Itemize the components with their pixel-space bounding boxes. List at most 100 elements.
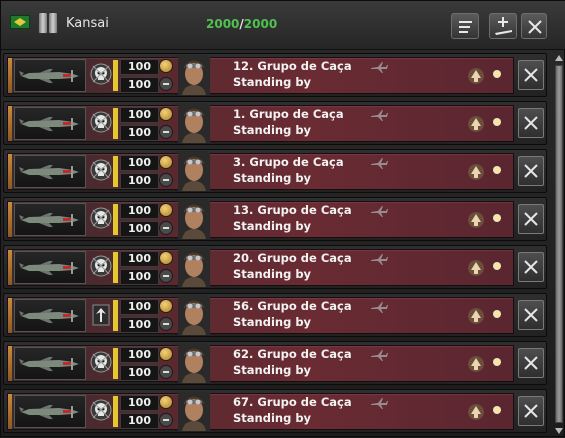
row-stripe (8, 394, 12, 429)
day-night-icon (493, 261, 508, 275)
pilot-portrait-icon (178, 151, 210, 191)
aircraft-icon (19, 405, 79, 419)
close-icon (524, 68, 538, 82)
unit-name: 1. Grupo de Caça (233, 107, 344, 121)
air-wing-row[interactable]: 100 100 12. Grupo de Caça Standing by (3, 53, 547, 97)
day-night-toggle[interactable] (491, 67, 513, 85)
skull-emblem-icon (90, 207, 112, 229)
row-close-button[interactable] (518, 60, 544, 90)
tanks-icon (38, 12, 58, 34)
aircraft-thumbnail[interactable] (14, 347, 86, 380)
scrollbar[interactable] (552, 53, 564, 436)
mission-button[interactable] (466, 66, 486, 86)
sort-button[interactable] (451, 13, 479, 39)
mission-button[interactable] (466, 114, 486, 134)
air-wing-row[interactable]: 100 100 3. Grupo de Caça Standing by (3, 149, 547, 193)
row-close-button[interactable] (518, 396, 544, 426)
skull-emblem-icon (90, 63, 112, 85)
mission-button[interactable] (466, 402, 486, 422)
skull-emblem-icon (90, 255, 112, 277)
mission-button[interactable] (466, 354, 486, 374)
strength-bar (113, 156, 118, 187)
skull-emblem-icon (90, 159, 112, 181)
plane-type-icon (370, 106, 388, 121)
mission-icon (468, 212, 484, 228)
row-close-button[interactable] (518, 108, 544, 138)
close-panel-button[interactable] (521, 13, 547, 39)
aircraft-icon (19, 213, 79, 227)
aircraft-thumbnail[interactable] (14, 59, 86, 92)
close-icon (524, 260, 538, 274)
row-close-button[interactable] (518, 204, 544, 234)
mission-icon (468, 308, 484, 324)
pilot-portrait (178, 103, 210, 143)
day-night-toggle[interactable] (491, 163, 513, 181)
pilot-portrait (178, 343, 210, 383)
air-wing-row[interactable]: 100 100 13. Grupo de Caça Standing by (3, 197, 547, 241)
air-wing-row[interactable]: 100 100 1. Grupo de Caça Standing by (3, 101, 547, 145)
equipment-icon (159, 365, 173, 379)
mission-button[interactable] (466, 258, 486, 278)
equipment-value: 100 (120, 269, 159, 285)
air-base-title: Kansai (66, 16, 109, 31)
equipment-value: 100 (120, 413, 159, 429)
unit-name: 20. Grupo de Caça (233, 251, 352, 265)
aircraft-thumbnail[interactable] (14, 203, 86, 236)
row-close-button[interactable] (518, 300, 544, 330)
organization-icon (159, 155, 173, 169)
aircraft-thumbnail[interactable] (14, 251, 86, 284)
plane-type-icon (370, 202, 388, 217)
organization-icon (159, 299, 173, 313)
aircraft-thumbnail[interactable] (14, 395, 86, 428)
unit-name: 67. Grupo de Caça (233, 395, 352, 409)
unit-stats: 100 100 (120, 202, 160, 238)
pilot-portrait-icon (178, 103, 210, 143)
mission-icon (468, 68, 484, 84)
organization-value: 100 (120, 203, 159, 219)
organization-icon (159, 203, 173, 217)
row-close-button[interactable] (518, 348, 544, 378)
row-close-button[interactable] (518, 252, 544, 282)
unit-name: 56. Grupo de Caça (233, 299, 352, 313)
aircraft-icon (19, 165, 79, 179)
mission-icon (468, 404, 484, 420)
day-night-toggle[interactable] (491, 211, 513, 229)
equipment-icon (159, 173, 173, 187)
scroll-down-icon[interactable] (554, 426, 564, 436)
scroll-up-icon[interactable] (554, 53, 564, 63)
day-night-icon (493, 165, 508, 179)
equipment-value: 100 (120, 77, 159, 93)
mission-icon (468, 356, 484, 372)
scrollbar-thumb[interactable] (556, 66, 562, 422)
air-wing-row[interactable]: 100 100 62. Grupo de Caça Standing by (3, 341, 547, 385)
mission-button[interactable] (466, 162, 486, 182)
mission-button[interactable] (466, 210, 486, 230)
close-icon (524, 116, 538, 130)
day-night-toggle[interactable] (491, 403, 513, 421)
equipment-value: 100 (120, 317, 159, 333)
day-night-toggle[interactable] (491, 307, 513, 325)
organization-value: 100 (120, 299, 159, 315)
day-night-toggle[interactable] (491, 259, 513, 277)
aircraft-thumbnail[interactable] (14, 107, 86, 140)
add-wing-button[interactable] (489, 13, 517, 39)
aircraft-thumbnail[interactable] (14, 299, 86, 332)
plane-type-icon (370, 154, 388, 169)
day-night-toggle[interactable] (491, 355, 513, 373)
day-night-toggle[interactable] (491, 115, 513, 133)
air-wing-row[interactable]: 100 100 67. Grupo de Caça Standing by (3, 389, 547, 433)
day-night-icon (493, 405, 508, 419)
unit-status: Standing by (233, 171, 312, 185)
equipment-value: 100 (120, 125, 159, 141)
air-wing-row[interactable]: 100 100 20. Grupo de Caça Standing by (3, 245, 547, 289)
aircraft-thumbnail[interactable] (14, 155, 86, 188)
plane-silhouette-icon (371, 254, 388, 265)
plane-silhouette-icon (371, 350, 388, 361)
sort-icon (459, 21, 472, 33)
day-night-icon (493, 357, 508, 371)
aircraft-icon (19, 69, 79, 83)
air-wing-row[interactable]: 100 100 56. Grupo de Caça Standing by (3, 293, 547, 337)
mission-button[interactable] (466, 306, 486, 326)
wing-list: 100 100 12. Grupo de Caça Standing by 100 100… (1, 53, 550, 438)
row-close-button[interactable] (518, 156, 544, 186)
